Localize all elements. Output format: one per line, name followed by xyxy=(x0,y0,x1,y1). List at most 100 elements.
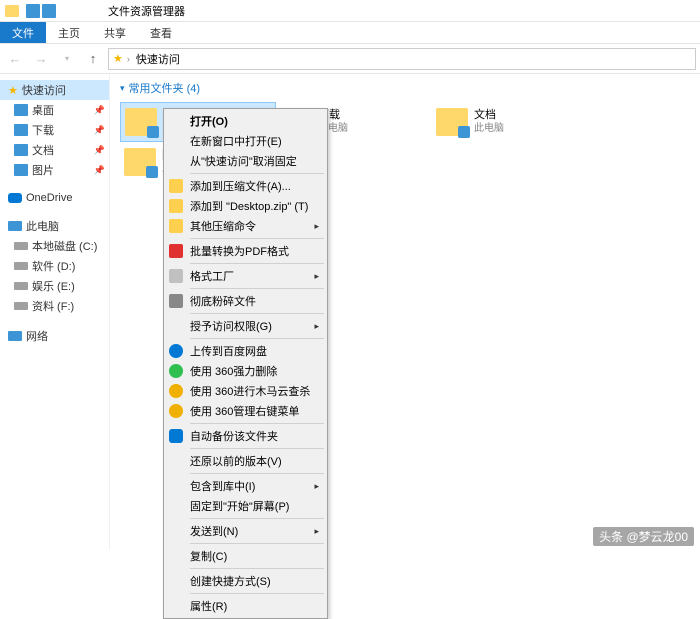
sidebar-this-pc[interactable]: 此电脑 xyxy=(0,216,109,236)
ctx-open[interactable]: 打开(O) xyxy=(166,111,325,131)
pin-icon: 📌 xyxy=(94,105,105,116)
nav-forward-button[interactable]: → xyxy=(30,48,52,70)
ctx-shred[interactable]: 彻底粉碎文件 xyxy=(166,291,325,311)
network-icon xyxy=(8,331,22,341)
downloads-icon xyxy=(14,124,28,136)
separator xyxy=(190,543,324,544)
separator xyxy=(190,313,324,314)
folder-icon xyxy=(436,108,468,136)
separator xyxy=(190,568,324,569)
ctx-grant-access[interactable]: 授予访问权限(G)▸ xyxy=(166,316,325,336)
navbar: ← → ▾ ↑ ★ › 快速访问 xyxy=(0,44,700,74)
quick-access-toolbar[interactable] xyxy=(26,4,56,18)
archive-icon xyxy=(169,199,183,213)
archive-icon xyxy=(169,219,183,233)
submenu-arrow-icon: ▸ xyxy=(314,526,319,537)
folder-item-documents[interactable]: 文档此电脑 xyxy=(432,102,588,142)
ctx-include-library[interactable]: 包含到库中(I)▸ xyxy=(166,476,325,496)
ctx-pin-start[interactable]: 固定到"开始"屏幕(P) xyxy=(166,496,325,516)
separator xyxy=(190,263,324,264)
tab-view[interactable]: 查看 xyxy=(138,22,184,43)
ctx-copy[interactable]: 复制(C) xyxy=(166,546,325,566)
sidebar-drive-e[interactable]: 娱乐 (E:) xyxy=(0,276,109,296)
ctx-other-compress[interactable]: 其他压缩命令▸ xyxy=(166,216,325,236)
nav-back-button[interactable]: ← xyxy=(4,48,26,70)
ctx-open-new-window[interactable]: 在新窗口中打开(E) xyxy=(166,131,325,151)
tab-share[interactable]: 共享 xyxy=(92,22,138,43)
star-icon: ★ xyxy=(113,52,123,65)
ctx-add-archive-to[interactable]: 添加到 "Desktop.zip" (T) xyxy=(166,196,325,216)
pdf-icon xyxy=(169,244,183,258)
watermark: 头条 @梦云龙00 xyxy=(593,527,694,546)
separator xyxy=(190,448,324,449)
nav-history-dropdown[interactable]: ▾ xyxy=(56,48,78,70)
sidebar-network[interactable]: 网络 xyxy=(0,326,109,346)
format-factory-icon xyxy=(169,269,183,283)
ctx-360-scan[interactable]: 使用 360进行木马云查杀 xyxy=(166,381,325,401)
separator xyxy=(190,473,324,474)
folder-icon xyxy=(125,108,157,136)
ctx-send-to[interactable]: 发送到(N)▸ xyxy=(166,521,325,541)
pin-icon: 📌 xyxy=(94,125,105,136)
360-icon xyxy=(169,364,183,378)
sidebar-item-desktop[interactable]: 桌面📌 xyxy=(0,100,109,120)
ctx-properties[interactable]: 属性(R) xyxy=(166,596,325,616)
archive-icon xyxy=(169,179,183,193)
nav-up-button[interactable]: ↑ xyxy=(82,48,104,70)
drive-icon xyxy=(14,302,28,310)
ribbon: 文件 主页 共享 查看 xyxy=(0,22,700,44)
360-icon xyxy=(169,404,183,418)
ctx-auto-backup[interactable]: 自动备份该文件夹 xyxy=(166,426,325,446)
documents-icon xyxy=(14,144,28,156)
ctx-create-shortcut[interactable]: 创建快捷方式(S) xyxy=(166,571,325,591)
cloud-icon xyxy=(169,429,183,443)
sidebar-drive-f[interactable]: 资料 (F:) xyxy=(0,296,109,316)
submenu-arrow-icon: ▸ xyxy=(314,271,319,282)
pin-icon: 📌 xyxy=(94,145,105,156)
sidebar-quick-access[interactable]: ★ 快速访问 xyxy=(0,80,109,100)
sidebar-item-pictures[interactable]: 图片📌 xyxy=(0,160,109,180)
sidebar: ★ 快速访问 桌面📌 下载📌 文档📌 图片📌 OneDrive 此电脑 本地磁盘… xyxy=(0,74,110,550)
separator xyxy=(190,173,324,174)
submenu-arrow-icon: ▸ xyxy=(314,321,319,332)
ctx-add-archive[interactable]: 添加到压缩文件(A)... xyxy=(166,176,325,196)
titlebar: 文件资源管理器 xyxy=(0,0,700,22)
separator xyxy=(190,423,324,424)
drive-icon xyxy=(14,262,28,270)
ctx-360-delete[interactable]: 使用 360强力删除 xyxy=(166,361,325,381)
chevron-right-icon[interactable]: › xyxy=(127,54,130,64)
sidebar-drive-d[interactable]: 软件 (D:) xyxy=(0,256,109,276)
separator xyxy=(190,593,324,594)
submenu-arrow-icon: ▸ xyxy=(314,481,319,492)
address-bar[interactable]: ★ › 快速访问 xyxy=(108,48,696,70)
ctx-unpin-quick-access[interactable]: 从"快速访问"取消固定 xyxy=(166,151,325,171)
window-title: 文件资源管理器 xyxy=(108,3,185,19)
separator xyxy=(190,238,324,239)
separator xyxy=(190,518,324,519)
ctx-restore-version[interactable]: 还原以前的版本(V) xyxy=(166,451,325,471)
ctx-upload-baidu[interactable]: 上传到百度网盘 xyxy=(166,341,325,361)
sidebar-label: 快速访问 xyxy=(22,82,66,98)
drive-icon xyxy=(14,242,28,250)
tab-home[interactable]: 主页 xyxy=(46,22,92,43)
folder-icon xyxy=(4,3,20,19)
shred-icon xyxy=(169,294,183,308)
separator xyxy=(190,288,324,289)
ctx-360-menu[interactable]: 使用 360管理右键菜单 xyxy=(166,401,325,421)
sidebar-item-downloads[interactable]: 下载📌 xyxy=(0,120,109,140)
sidebar-item-documents[interactable]: 文档📌 xyxy=(0,140,109,160)
separator xyxy=(190,338,324,339)
ctx-convert-pdf[interactable]: 批量转换为PDF格式 xyxy=(166,241,325,261)
baidu-icon xyxy=(169,344,183,358)
pc-icon xyxy=(8,221,22,231)
drive-icon xyxy=(14,282,28,290)
folder-icon xyxy=(124,148,156,176)
tab-file[interactable]: 文件 xyxy=(0,22,46,43)
breadcrumb[interactable]: 快速访问 xyxy=(134,51,182,67)
sidebar-onedrive[interactable]: OneDrive xyxy=(0,190,109,206)
chevron-down-icon[interactable]: ▾ xyxy=(120,83,125,94)
ctx-format-factory[interactable]: 格式工厂▸ xyxy=(166,266,325,286)
group-header[interactable]: ▾ 常用文件夹 (4) xyxy=(120,80,690,96)
sidebar-drive-c[interactable]: 本地磁盘 (C:) xyxy=(0,236,109,256)
desktop-icon xyxy=(14,104,28,116)
